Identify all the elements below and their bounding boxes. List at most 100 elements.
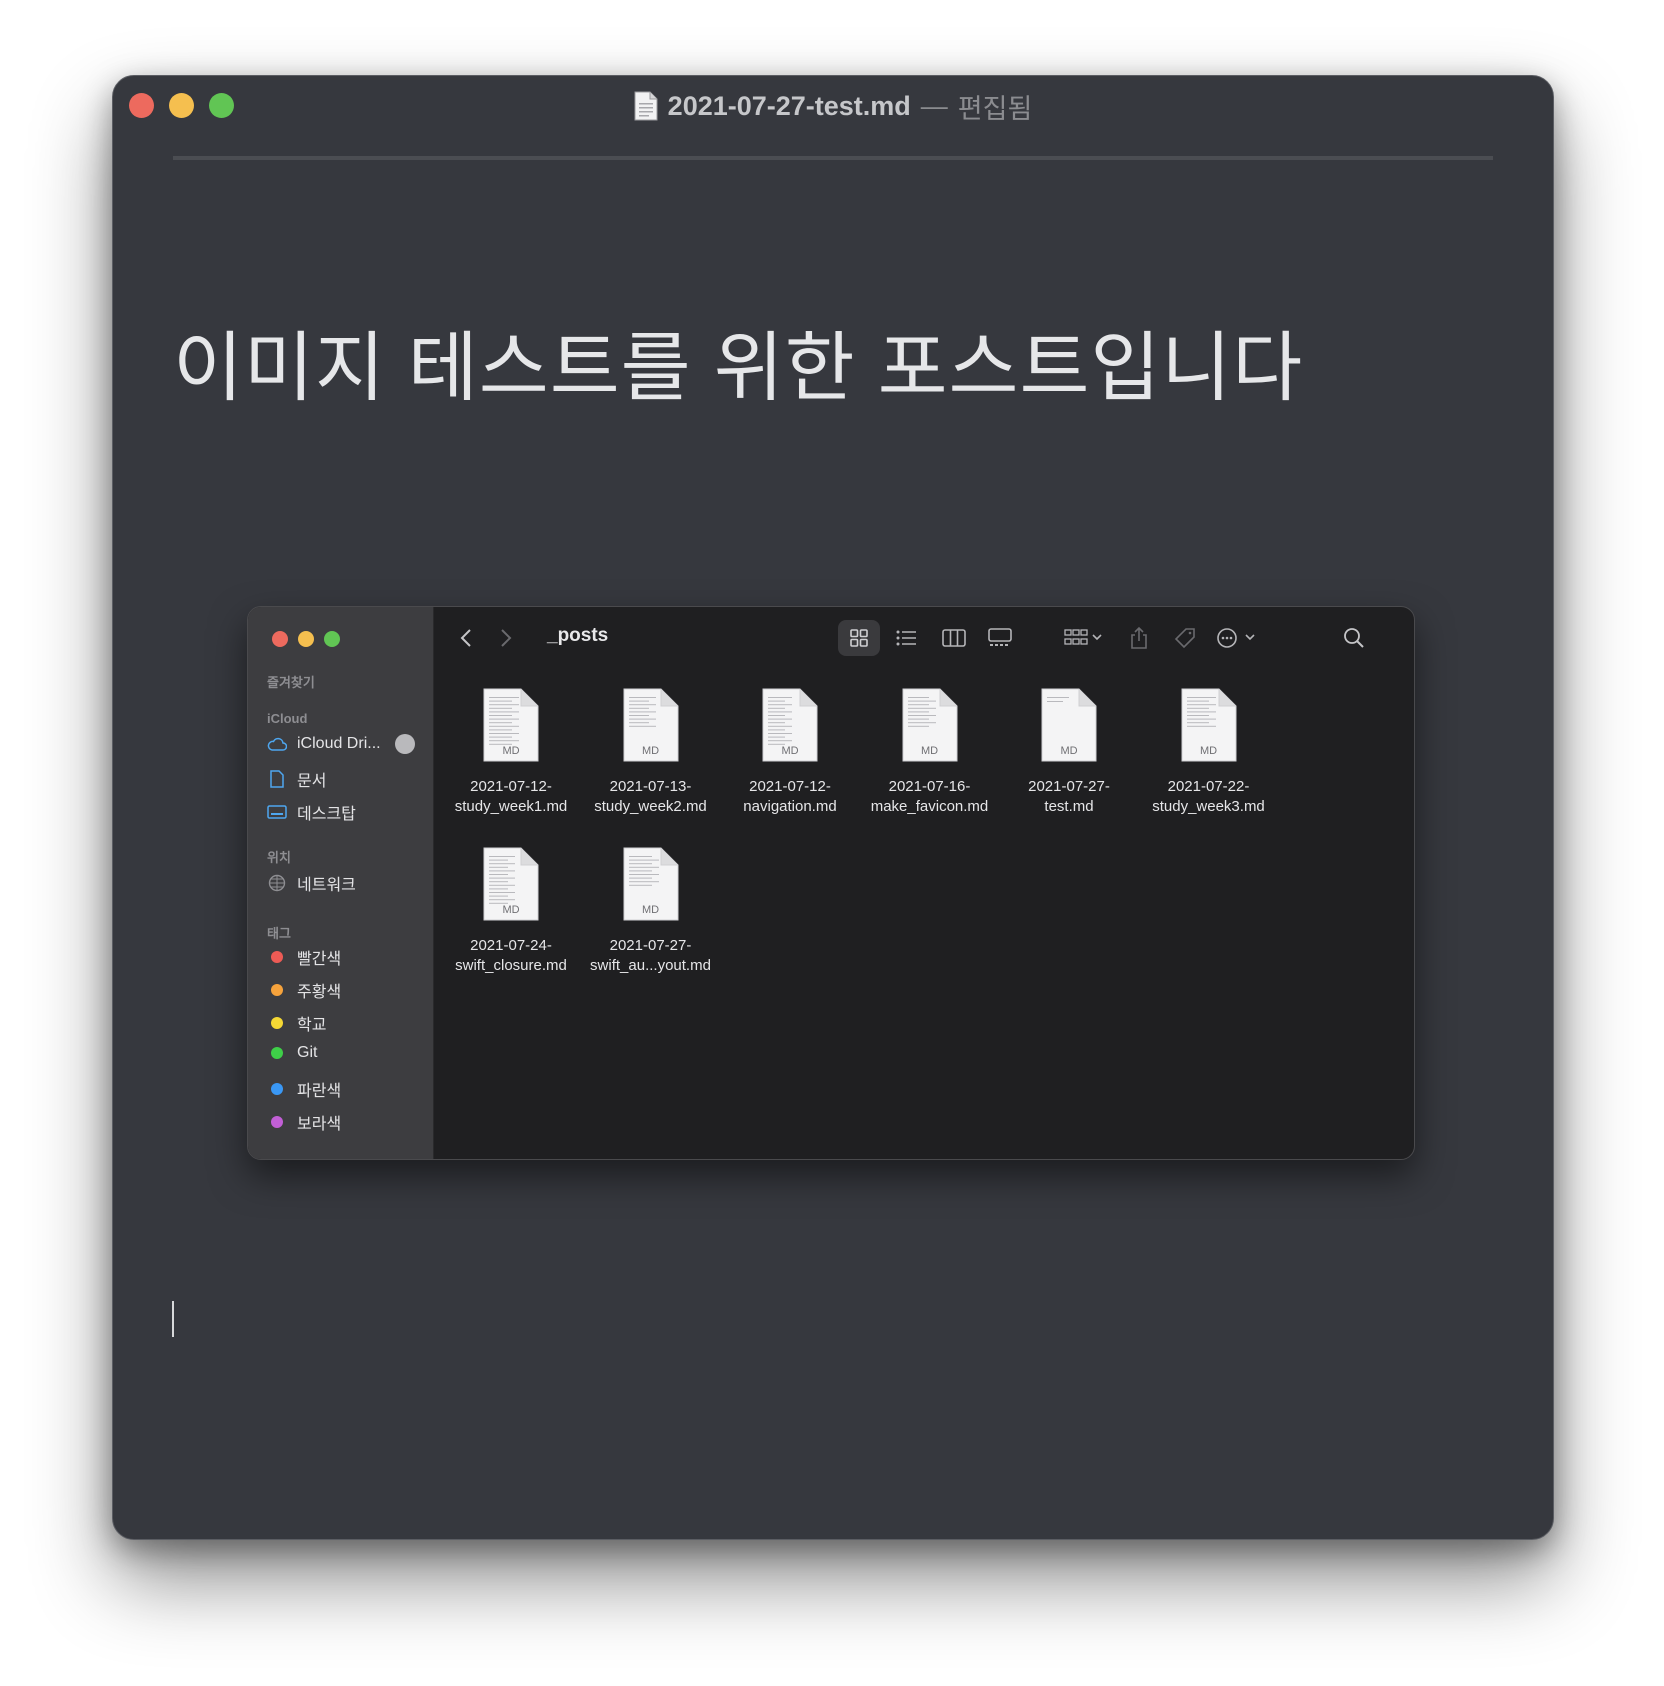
sidebar-tag-label: 학교 (297, 1017, 327, 1034)
sidebar-item-desktop: 데스크탑 (267, 800, 356, 824)
file-type-badge: MD (781, 745, 799, 757)
list-view-icon (885, 620, 927, 656)
sidebar-tag-item: 파란색 (267, 1077, 341, 1101)
sidebar-tag-item: Git (267, 1044, 317, 1062)
gallery-view-icon (979, 620, 1021, 656)
tag-color-dot-icon (271, 1047, 283, 1059)
editor-window: 2021-07-27-test.md — 편집됨 이미지 테스트를 위한 포스트… (112, 75, 1554, 1540)
file-type-badge: MD (920, 745, 939, 757)
file-name-line1: 2021-07-24- (470, 937, 552, 954)
file-name-line2: navigation.md (743, 798, 837, 815)
text-cursor (172, 1301, 174, 1337)
file-type-badge: MD (1060, 745, 1078, 757)
post-heading[interactable]: 이미지 테스트를 위한 포스트입니다 (173, 306, 1303, 416)
finder-screenshot-image: 즐겨찾기 iCloud iCloud Dri... 문서 데스크탑 위치 네트워… (247, 606, 1415, 1160)
file-type-badge: MD (641, 904, 660, 916)
title-bar: 2021-07-27-test.md — 편집됨 (113, 86, 1553, 126)
file-item: MD 2021-07-24- swift_closure.md (441, 846, 581, 976)
file-item: MD 2021-07-13- study_week2.md (581, 687, 721, 817)
file-item: MD 2021-07-12- study_week1.md (441, 687, 581, 817)
file-name: 2021-07-12- study_week1.md (441, 777, 581, 817)
sidebar-item-label: 네트워크 (297, 877, 356, 894)
sidebar-section-tags: 태그 (267, 926, 291, 941)
file-name: 2021-07-27- swift_au...yout.md (581, 936, 721, 976)
finder-close-button (272, 631, 288, 647)
sidebar-tag-label: 보라색 (297, 1116, 342, 1133)
sidebar-tag-item: 학교 (267, 1011, 326, 1035)
markdown-file-icon: MD (621, 687, 681, 763)
file-name-line1: 2021-07-22- (1167, 778, 1250, 795)
file-item: MD 2021-07-22- study_week3.md (1139, 687, 1279, 817)
sync-progress-icon (394, 734, 415, 754)
search-icon (1336, 620, 1372, 656)
markdown-file-icon: MD (900, 687, 960, 763)
sidebar-item-label: 문서 (297, 773, 327, 790)
sidebar-tag-item: 보라색 (267, 1110, 341, 1134)
file-type-badge: MD (502, 745, 520, 757)
tag-color-dot-icon (271, 951, 283, 963)
file-name-line2: make_favicon.md (870, 798, 989, 815)
file-item: MD 2021-07-27- swift_au...yout.md (581, 846, 721, 976)
file-name-line2: study_week3.md (1152, 798, 1265, 815)
markdown-file-icon: MD (481, 846, 541, 922)
sidebar-tag-label: 빨간색 (297, 951, 342, 968)
finder-toolbar: _posts (433, 607, 1414, 669)
tag-icon (1167, 620, 1203, 656)
file-name-line2: study_week2.md (594, 798, 707, 815)
globe-icon (267, 873, 287, 893)
heading-divider (173, 156, 1493, 160)
icon-view-icon (838, 620, 880, 656)
back-chevron-icon (451, 620, 481, 656)
sidebar-section-icloud: iCloud (267, 711, 308, 726)
file-item: MD 2021-07-16- make_favicon.md (860, 687, 1000, 817)
sidebar-tag-label: 파란색 (297, 1083, 342, 1100)
sidebar-item-network: 네트워크 (267, 871, 356, 895)
desktop-icon (267, 802, 287, 822)
finder-window-controls (272, 631, 340, 647)
sidebar-item-icloud-drive: iCloud Dri... (267, 734, 415, 754)
sidebar-item-documents: 문서 (267, 767, 326, 791)
document-icon (267, 769, 287, 789)
finder-sidebar: 즐겨찾기 iCloud iCloud Dri... 문서 데스크탑 위치 네트워… (248, 607, 434, 1159)
sidebar-tag-label: Git (297, 1044, 318, 1061)
file-name-line2: test.md (1044, 798, 1094, 815)
file-name-line2: swift_au...yout.md (590, 957, 711, 974)
sidebar-tag-item: 주황색 (267, 978, 341, 1002)
window-title-filename: 2021-07-27-test.md (667, 90, 911, 121)
file-name-line1: 2021-07-27- (1028, 778, 1110, 795)
more-actions-icon (1213, 620, 1263, 656)
file-name-line1: 2021-07-13- (609, 778, 692, 795)
document-icon (634, 91, 658, 121)
sidebar-tag-label: 주황색 (297, 984, 342, 1001)
sidebar-section-locations: 위치 (267, 850, 291, 865)
file-item: MD 2021-07-27- test.md (999, 687, 1139, 817)
markdown-file-icon: MD (621, 846, 681, 922)
sidebar-tag-item: 빨간색 (267, 945, 341, 969)
finder-minimize-button (298, 631, 314, 647)
window-title-status: 편집됨 (957, 93, 1033, 124)
markdown-file-icon: MD (1039, 687, 1099, 763)
share-icon (1121, 620, 1157, 656)
sidebar-item-label: iCloud Dri... (297, 735, 381, 752)
file-name: 2021-07-27- test.md (999, 777, 1139, 817)
file-type-badge: MD (641, 745, 660, 757)
file-type-badge: MD (502, 904, 520, 916)
tag-color-dot-icon (271, 1116, 283, 1128)
file-name-line2: swift_closure.md (455, 957, 567, 974)
tag-color-dot-icon (271, 1017, 283, 1029)
file-name-line1: 2021-07-12- (470, 778, 552, 795)
file-name: 2021-07-24- swift_closure.md (441, 936, 581, 976)
column-view-icon (933, 620, 975, 656)
file-name-line1: 2021-07-27- (609, 937, 692, 954)
markdown-file-icon: MD (760, 687, 820, 763)
forward-chevron-icon (491, 620, 521, 656)
group-by-icon (1058, 620, 1110, 656)
sidebar-section-favorites: 즐겨찾기 (267, 675, 315, 690)
finder-folder-title: _posts (547, 625, 609, 646)
window-title-separator: — (920, 90, 948, 121)
file-type-badge: MD (1199, 745, 1218, 757)
file-name-line1: 2021-07-12- (749, 778, 831, 795)
tag-color-dot-icon (271, 984, 283, 996)
finder-zoom-button (324, 631, 340, 647)
file-name: 2021-07-22- study_week3.md (1139, 777, 1279, 817)
